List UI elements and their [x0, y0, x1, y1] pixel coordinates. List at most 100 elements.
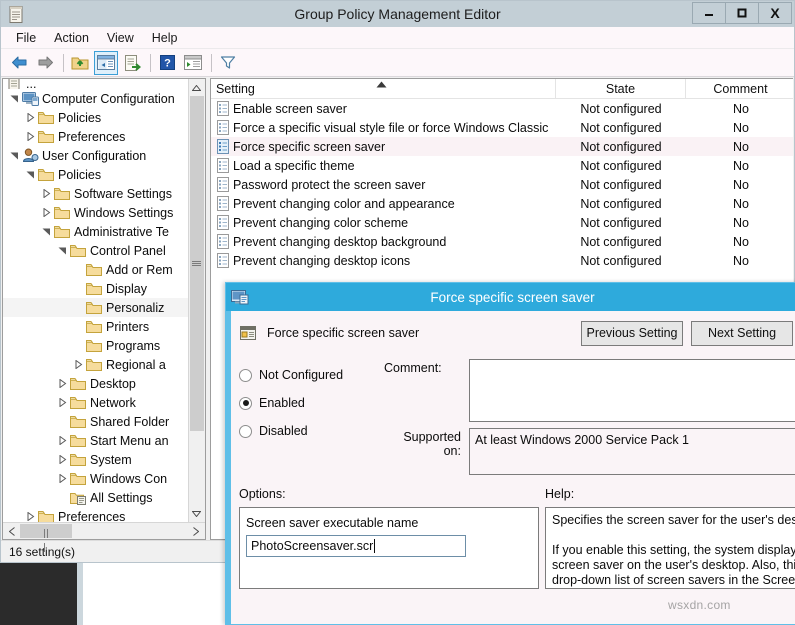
show-console-tree-icon[interactable]: [181, 51, 205, 75]
next-setting-button[interactable]: Next Setting: [691, 321, 793, 346]
tree-scroll-track[interactable]: [189, 96, 205, 505]
radio-enabled-button[interactable]: [239, 397, 252, 410]
help-panel[interactable]: Specifies the screen saver for the user'…: [545, 507, 795, 589]
menu-item-view[interactable]: View: [98, 29, 143, 47]
minimize-button[interactable]: [692, 2, 726, 24]
tree-item[interactable]: System: [3, 450, 188, 469]
tree-collapse-arrow-icon[interactable]: [71, 355, 85, 374]
tree-item[interactable]: Preferences: [3, 127, 188, 146]
tree-item[interactable]: Policies: [3, 165, 188, 184]
table-row[interactable]: Force a specific visual style file or fo…: [211, 118, 793, 137]
tree-collapse-arrow-icon[interactable]: [55, 431, 69, 450]
supported-on-value[interactable]: At least Windows 2000 Service Pack 1: [469, 428, 795, 475]
table-row[interactable]: Prevent changing desktop backgroundNot c…: [211, 232, 793, 251]
tree-item[interactable]: Software Settings: [3, 184, 188, 203]
comment-textarea[interactable]: [469, 359, 795, 422]
scroll-left-arrow-icon[interactable]: [3, 523, 20, 539]
folder-icon: [37, 111, 55, 124]
back-icon[interactable]: [7, 51, 31, 75]
scroll-up-arrow-icon[interactable]: [189, 79, 205, 96]
tree-expand-arrow-icon[interactable]: [7, 146, 21, 165]
scroll-right-arrow-icon[interactable]: [188, 523, 205, 539]
tree-item[interactable]: Windows Settings: [3, 203, 188, 222]
column-header-comment[interactable]: Comment: [686, 79, 795, 98]
column-header-state[interactable]: State: [556, 79, 686, 98]
up-folder-icon[interactable]: [68, 51, 92, 75]
dialog-titlebar[interactable]: Force specific screen saver: [226, 283, 795, 311]
window-titlebar[interactable]: Group Policy Management Editor X: [1, 1, 794, 27]
maximize-button[interactable]: [725, 2, 759, 24]
help-icon[interactable]: ?: [155, 51, 179, 75]
tree-collapse-arrow-icon[interactable]: [39, 184, 53, 203]
tree-item[interactable]: Add or Rem: [3, 260, 188, 279]
tree-collapse-arrow-icon[interactable]: [55, 374, 69, 393]
close-button[interactable]: X: [758, 2, 792, 24]
export-list-icon[interactable]: [120, 51, 144, 75]
tree-collapse-arrow-icon[interactable]: [23, 127, 37, 146]
folder-icon: [85, 358, 103, 371]
forward-icon[interactable]: [33, 51, 57, 75]
tree-item[interactable]: Computer Configuration: [3, 89, 188, 108]
tree-vertical-scrollbar[interactable]: [188, 79, 205, 522]
tree-collapse-arrow-icon[interactable]: [55, 393, 69, 412]
scroll-down-arrow-icon[interactable]: [189, 505, 205, 522]
tree-item[interactable]: Administrative Te: [3, 222, 188, 241]
menu-item-action[interactable]: Action: [45, 29, 98, 47]
tree-collapse-arrow-icon[interactable]: [39, 203, 53, 222]
tree-item[interactable]: Network: [3, 393, 188, 412]
cell-setting: Prevent changing desktop icons: [211, 253, 556, 268]
help-line: If you enable this setting, the system d…: [552, 543, 795, 558]
radio-disabled[interactable]: Disabled: [239, 417, 384, 445]
radio-enabled[interactable]: Enabled: [239, 389, 384, 417]
tree-item-label: Programs: [103, 339, 160, 353]
table-row[interactable]: Enable screen saverNot configuredNo: [211, 99, 793, 118]
tree-expand-arrow-icon[interactable]: [39, 222, 53, 241]
tree-item[interactable]: Windows Con: [3, 469, 188, 488]
tree-expand-arrow-icon[interactable]: [55, 241, 69, 260]
tree-item[interactable]: Desktop: [3, 374, 188, 393]
filter-icon[interactable]: [216, 51, 240, 75]
screen-saver-name-input[interactable]: PhotoScreensaver.scr: [246, 535, 466, 557]
column-header-setting[interactable]: Setting: [211, 79, 556, 98]
tree-scroll-thumb[interactable]: [190, 96, 204, 431]
tree-collapse-arrow-icon[interactable]: [23, 108, 37, 127]
cell-setting: Force specific screen saver: [211, 139, 556, 154]
tree-collapse-arrow-icon[interactable]: [55, 450, 69, 469]
tree-item[interactable]: Policies: [3, 108, 188, 127]
tree-item[interactable]: Personaliz: [3, 298, 188, 317]
tree-item[interactable]: Start Menu an: [3, 431, 188, 450]
tree-item[interactable]: All Settings: [3, 488, 188, 507]
tree-hscroll-thumb[interactable]: [20, 524, 72, 538]
previous-setting-button[interactable]: Previous Setting: [581, 321, 683, 346]
table-row[interactable]: Prevent changing color schemeNot configu…: [211, 213, 793, 232]
tree-item[interactable]: User Configuration: [3, 146, 188, 165]
table-row[interactable]: Prevent changing color and appearanceNot…: [211, 194, 793, 213]
tree-item[interactable]: Shared Folder: [3, 412, 188, 431]
table-row[interactable]: Password protect the screen saverNot con…: [211, 175, 793, 194]
cell-setting: Load a specific theme: [211, 158, 556, 173]
radio-not-configured[interactable]: Not Configured: [239, 361, 384, 389]
radio-disabled-button[interactable]: [239, 425, 252, 438]
tree-item[interactable]: Preferences: [3, 507, 188, 522]
table-row[interactable]: Prevent changing desktop iconsNot config…: [211, 251, 793, 270]
tree-item[interactable]: Printers: [3, 317, 188, 336]
table-row[interactable]: Load a specific themeNot configuredNo: [211, 156, 793, 175]
menu-item-help[interactable]: Help: [143, 29, 187, 47]
tree-expand-arrow-icon[interactable]: [7, 89, 21, 108]
tree-item[interactable]: Control Panel: [3, 241, 188, 260]
hscroll-thumb-grip: [43, 527, 50, 536]
tree-expand-arrow-icon[interactable]: [23, 165, 37, 184]
computer-icon: [21, 92, 39, 106]
tree-collapse-arrow-icon[interactable]: [55, 469, 69, 488]
radio-not-configured-button[interactable]: [239, 369, 252, 382]
tree-item[interactable]: Display: [3, 279, 188, 298]
menu-item-file[interactable]: File: [7, 29, 45, 47]
tree-item[interactable]: Programs: [3, 336, 188, 355]
dialog-options-help: Options: Screen saver executable name Ph…: [231, 481, 795, 589]
show-hide-tree-icon[interactable]: [94, 51, 118, 75]
table-row[interactable]: Force specific screen saverNot configure…: [211, 137, 793, 156]
tree-item[interactable]: Regional a: [3, 355, 188, 374]
tree-horizontal-scrollbar[interactable]: [3, 522, 205, 539]
tree-collapse-arrow-icon[interactable]: [23, 507, 37, 522]
tree-hscroll-track[interactable]: [20, 523, 188, 539]
